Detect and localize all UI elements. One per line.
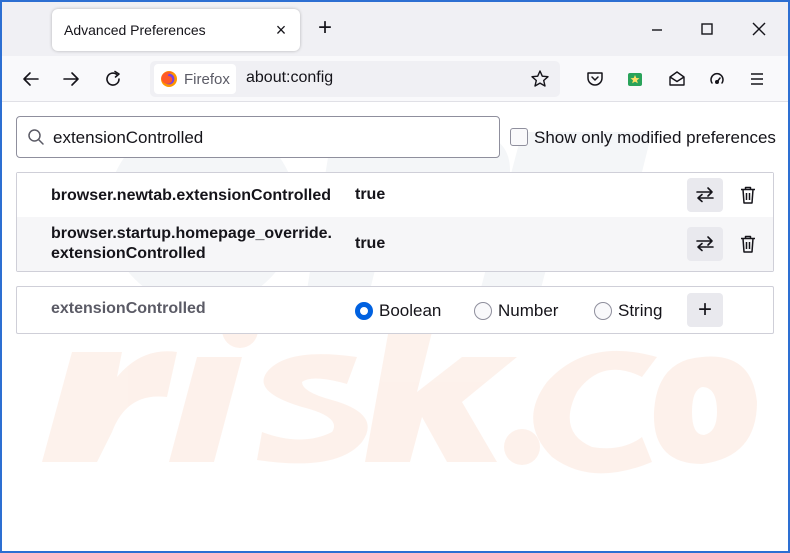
- add-preference-row: extensionControlled Boolean Number Strin…: [16, 286, 774, 334]
- add-button[interactable]: +: [687, 293, 723, 327]
- table-row: browser.startup.homepage_override. exten…: [17, 217, 773, 271]
- radio-label-string[interactable]: String: [618, 301, 662, 321]
- show-modified-label[interactable]: Show only modified preferences: [534, 128, 776, 148]
- close-icon[interactable]: [744, 16, 774, 42]
- tab-advanced-preferences[interactable]: Advanced Preferences ×: [52, 9, 300, 51]
- delete-button[interactable]: [733, 180, 763, 210]
- radio-label-boolean[interactable]: Boolean: [379, 301, 441, 321]
- search-input[interactable]: extensionControlled: [53, 128, 203, 148]
- extension-icon[interactable]: [620, 64, 650, 94]
- radio-label-number[interactable]: Number: [498, 301, 558, 321]
- hamburger-menu-icon[interactable]: [742, 64, 772, 94]
- pref-name: browser.newtab.extensionControlled: [51, 187, 332, 204]
- toggle-button[interactable]: [687, 227, 723, 261]
- delete-button[interactable]: [733, 229, 763, 259]
- radio-string[interactable]: [594, 302, 612, 320]
- preferences-table: browser.newtab.extensionControlled true: [16, 172, 774, 272]
- identity-box[interactable]: Firefox: [154, 64, 236, 94]
- pref-name-line: browser.startup.homepage_override.: [51, 225, 332, 242]
- toggle-arrows-icon: [696, 236, 714, 252]
- trash-icon: [741, 235, 755, 253]
- firefox-logo-icon: [161, 71, 177, 87]
- radio-number[interactable]: [474, 302, 492, 320]
- pref-value[interactable]: true: [355, 235, 385, 253]
- about-config-page: extensionControlled Show only modified p…: [2, 102, 788, 551]
- forward-arrow-icon[interactable]: [56, 64, 86, 94]
- pocket-icon[interactable]: [580, 64, 610, 94]
- star-icon[interactable]: [528, 67, 552, 91]
- toggle-arrows-icon: [696, 187, 714, 203]
- radio-boolean[interactable]: [355, 302, 373, 320]
- back-arrow-icon[interactable]: [16, 64, 46, 94]
- url-text[interactable]: about:config: [246, 69, 333, 87]
- mail-icon[interactable]: [662, 64, 692, 94]
- browser-window: Advanced Preferences × + Firefox about:c…: [2, 2, 788, 551]
- minimize-icon[interactable]: [642, 16, 672, 42]
- pref-value[interactable]: true: [355, 186, 385, 204]
- table-row: browser.newtab.extensionControlled true: [17, 173, 773, 217]
- new-pref-name: extensionControlled: [51, 300, 206, 317]
- show-modified-checkbox[interactable]: [510, 128, 528, 146]
- search-icon: [28, 129, 44, 145]
- tab-title: Advanced Preferences: [64, 22, 206, 38]
- url-bar[interactable]: Firefox about:config: [150, 61, 560, 97]
- trash-icon: [741, 186, 755, 204]
- tab-strip: Advanced Preferences × +: [2, 2, 788, 56]
- reload-icon[interactable]: [98, 64, 128, 94]
- sync-icon[interactable]: [702, 64, 732, 94]
- tab-close-icon[interactable]: ×: [270, 19, 292, 41]
- search-field[interactable]: extensionControlled: [16, 116, 500, 158]
- maximize-icon[interactable]: [692, 16, 722, 42]
- pref-name: browser.startup.homepage_override. exten…: [51, 224, 351, 264]
- new-tab-button[interactable]: +: [312, 16, 338, 42]
- identity-label: Firefox: [184, 70, 230, 88]
- navigation-toolbar: Firefox about:config: [2, 56, 788, 102]
- toggle-button[interactable]: [687, 178, 723, 212]
- pref-name-line: extensionControlled: [51, 245, 206, 262]
